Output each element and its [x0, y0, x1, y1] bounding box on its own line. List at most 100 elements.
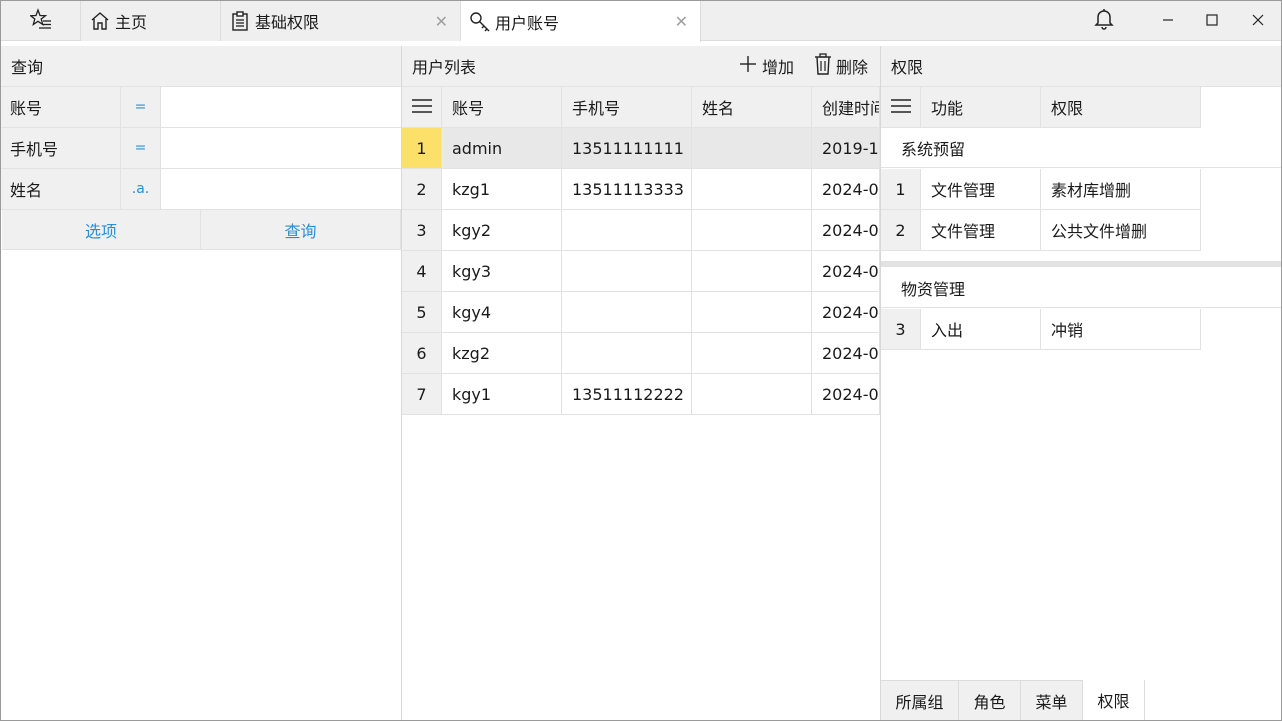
delete-button[interactable]: 删除 — [814, 46, 868, 86]
row-number[interactable]: 3 — [402, 210, 442, 251]
column-menu-button[interactable] — [881, 87, 921, 128]
column-header[interactable]: 账号 — [442, 87, 562, 128]
row-number[interactable]: 1 — [402, 128, 442, 169]
permission-group-header[interactable]: 物资管理 — [881, 268, 1281, 308]
user-list-title: 用户列表 — [402, 46, 880, 87]
add-button[interactable]: 增加 — [738, 46, 794, 86]
row-number[interactable]: 5 — [402, 292, 442, 333]
permissions-title: 权限 — [881, 46, 1281, 87]
favorites-button[interactable] — [1, 1, 81, 41]
table-cell[interactable] — [562, 333, 692, 374]
query-panel-title: 查询 — [1, 46, 401, 87]
delete-button-label: 删除 — [836, 58, 869, 77]
table-cell[interactable]: 2019-10 — [812, 128, 880, 169]
table-cell[interactable]: 2024-05 — [812, 374, 880, 415]
detail-tab[interactable]: 菜单 — [1021, 680, 1083, 720]
close-icon[interactable]: ✕ — [675, 12, 688, 31]
table-cell[interactable] — [692, 374, 812, 415]
table-cell[interactable] — [692, 210, 812, 251]
detail-tab[interactable]: 所属组 — [881, 680, 959, 720]
table-cell[interactable]: kzg2 — [442, 333, 562, 374]
row-number[interactable]: 3 — [881, 309, 921, 350]
name-input[interactable] — [161, 169, 401, 209]
table-cell[interactable]: 13511112222 — [562, 374, 692, 415]
close-icon[interactable]: ✕ — [435, 12, 448, 31]
tab-basic-permissions-label: 基础权限 — [255, 13, 320, 32]
account-input[interactable] — [161, 87, 401, 127]
table-cell[interactable] — [692, 128, 812, 169]
column-menu-button[interactable] — [402, 87, 442, 128]
phone-input[interactable] — [161, 128, 401, 168]
table-cell[interactable] — [692, 333, 812, 374]
notification-button[interactable] — [1081, 1, 1127, 41]
table-cell[interactable]: 公共文件增删 — [1041, 210, 1201, 251]
table-cell[interactable] — [562, 292, 692, 333]
table-cell[interactable]: 13511113333 — [562, 169, 692, 210]
row-number[interactable]: 7 — [402, 374, 442, 415]
table-cell[interactable] — [562, 251, 692, 292]
table-cell[interactable]: 2024-06 — [812, 292, 880, 333]
table-cell[interactable]: 2024-05 — [812, 169, 880, 210]
column-header[interactable]: 创建时间 — [812, 87, 880, 128]
tab-basic-permissions[interactable]: 基础权限 ✕ — [221, 1, 461, 41]
operator-selector[interactable]: = — [121, 128, 161, 168]
plus-icon — [738, 54, 762, 78]
detail-tab[interactable]: 权限 — [1083, 680, 1145, 720]
options-button[interactable]: 选项 — [2, 210, 201, 250]
query-field-account: 账号 = — [1, 87, 401, 128]
search-button[interactable]: 查询 — [201, 210, 401, 250]
column-header[interactable]: 手机号 — [562, 87, 692, 128]
table-cell[interactable]: 文件管理 — [921, 210, 1041, 251]
column-header[interactable]: 权限 — [1041, 87, 1201, 128]
table-cell[interactable]: kgy2 — [442, 210, 562, 251]
tab-user-accounts[interactable]: 用户账号 ✕ — [461, 1, 701, 42]
row-number[interactable]: 2 — [881, 210, 921, 251]
tab-home[interactable]: 主页 — [81, 1, 221, 41]
table-cell[interactable]: 2024-06 — [812, 251, 880, 292]
table-cell[interactable]: 文件管理 — [921, 169, 1041, 210]
table-cell[interactable]: 13511111111 — [562, 128, 692, 169]
window-close-button[interactable] — [1235, 1, 1281, 41]
table-cell[interactable] — [692, 292, 812, 333]
table-cell[interactable]: 冲销 — [1041, 309, 1201, 350]
field-label: 手机号 — [1, 128, 121, 168]
table-cell[interactable]: 2024-06 — [812, 210, 880, 251]
table-cell[interactable]: 2024-06 — [812, 333, 880, 374]
close-icon — [1252, 12, 1264, 30]
home-icon — [89, 10, 111, 32]
group-separator — [881, 261, 1281, 267]
menu-icon — [890, 98, 911, 117]
table-cell[interactable]: 入出 — [921, 309, 1041, 350]
permission-group-header[interactable]: 系统预留 — [881, 128, 1281, 168]
field-label: 姓名 — [1, 169, 121, 209]
column-header[interactable]: 功能 — [921, 87, 1041, 128]
operator-selector[interactable]: .a. — [121, 169, 161, 209]
operator-selector[interactable]: = — [121, 87, 161, 127]
minimize-button[interactable] — [1145, 1, 1191, 41]
row-number[interactable]: 2 — [402, 169, 442, 210]
table-cell[interactable]: kzg1 — [442, 169, 562, 210]
table-cell[interactable]: kgy3 — [442, 251, 562, 292]
tab-bar: 主页 基础权限 ✕ 用户账号 ✕ — [1, 1, 1281, 42]
table-cell[interactable]: kgy1 — [442, 374, 562, 415]
table-cell[interactable]: admin — [442, 128, 562, 169]
star-list-icon — [28, 8, 52, 34]
trash-icon — [814, 53, 836, 79]
key-icon — [469, 11, 491, 33]
row-number[interactable]: 6 — [402, 333, 442, 374]
maximize-button[interactable] — [1189, 1, 1235, 41]
query-field-name: 姓名 .a. — [1, 169, 401, 210]
detail-tab[interactable]: 角色 — [959, 680, 1021, 720]
table-cell[interactable]: kgy4 — [442, 292, 562, 333]
table-cell[interactable] — [692, 251, 812, 292]
table-cell[interactable]: 素材库增删 — [1041, 169, 1201, 210]
tab-user-accounts-label: 用户账号 — [495, 13, 560, 33]
column-header[interactable]: 姓名 — [692, 87, 812, 128]
table-cell[interactable] — [692, 169, 812, 210]
table-cell[interactable] — [562, 210, 692, 251]
query-field-phone: 手机号 = — [1, 128, 401, 169]
add-button-label: 增加 — [762, 58, 795, 77]
row-number[interactable]: 4 — [402, 251, 442, 292]
row-number[interactable]: 1 — [881, 169, 921, 210]
maximize-icon — [1206, 12, 1218, 30]
